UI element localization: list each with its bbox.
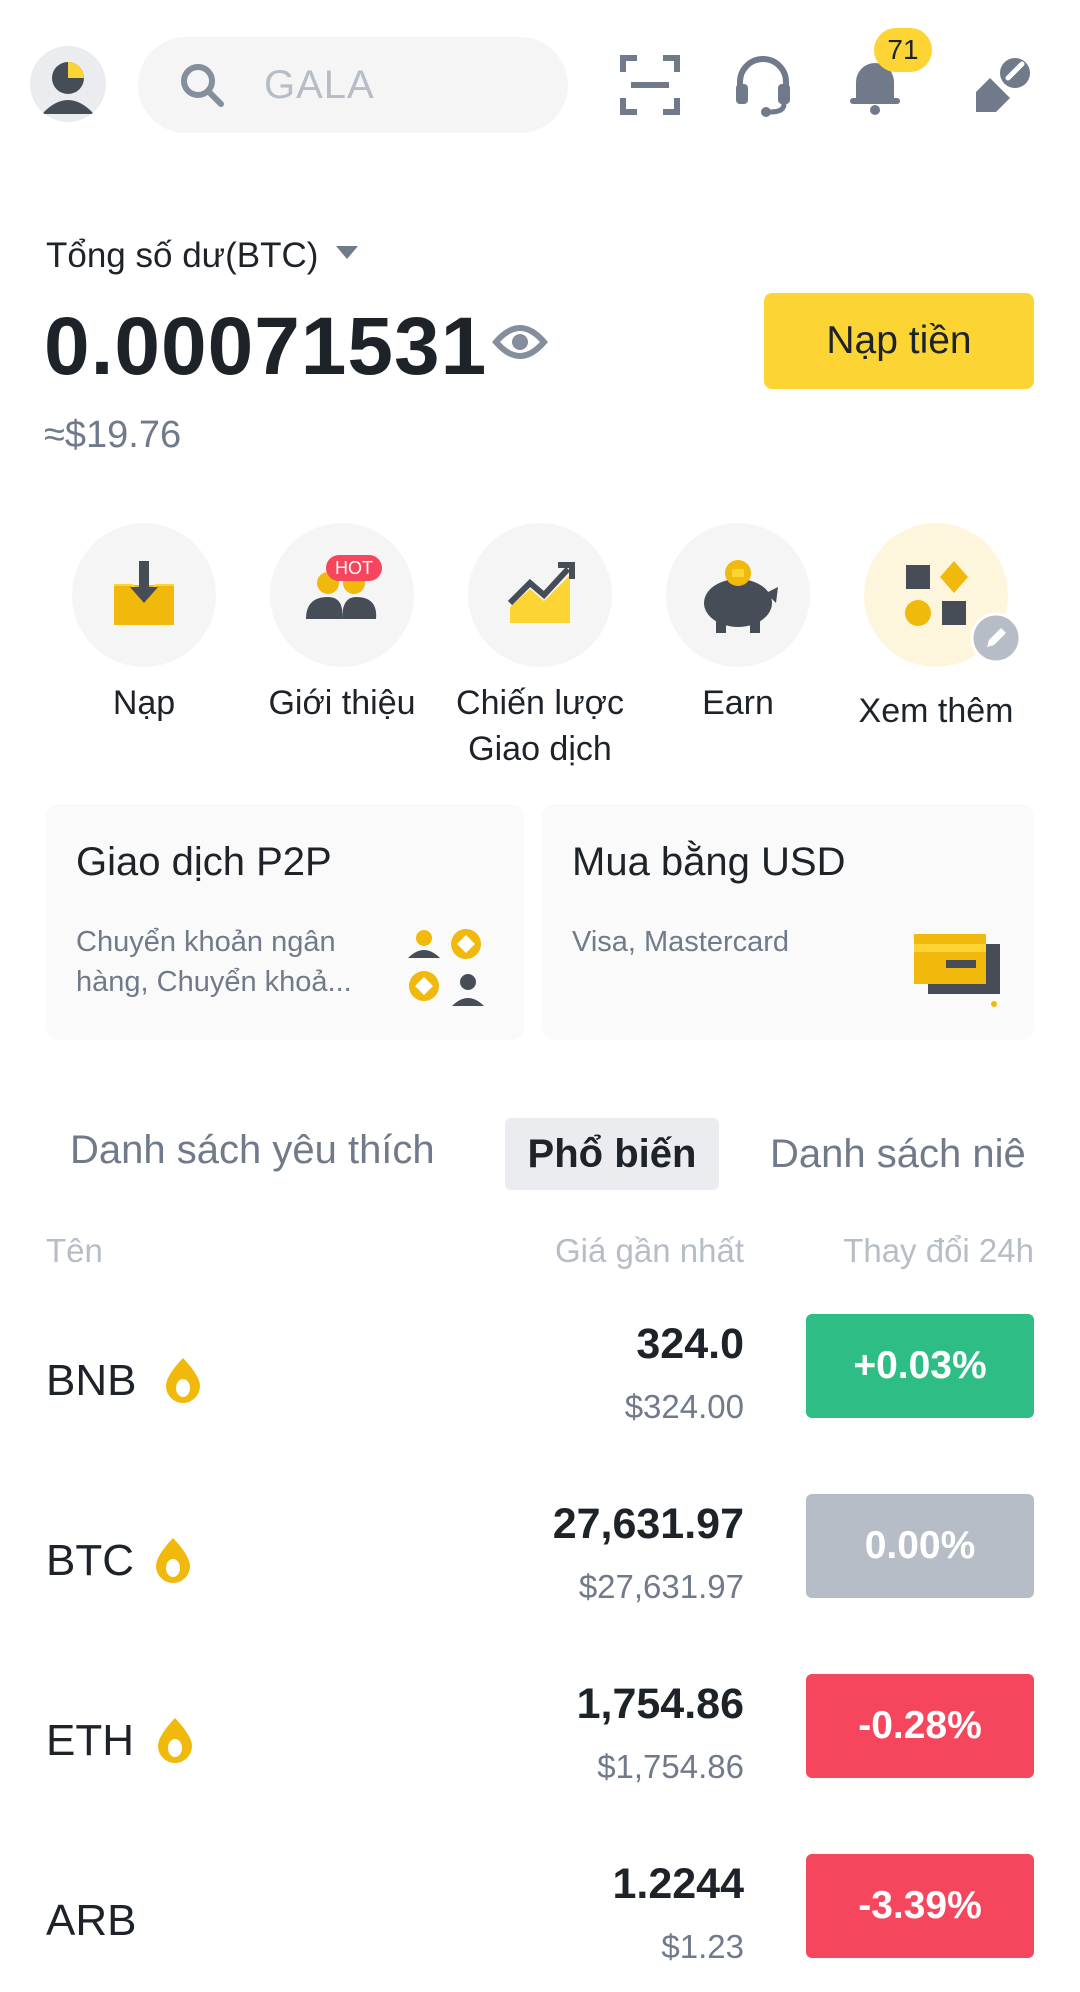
referral-icon: [306, 572, 377, 619]
total-balance-value: 0.00071531: [44, 301, 488, 392]
shortcut-label: Xem thêm: [858, 692, 1014, 730]
support-headset-icon[interactable]: [730, 52, 796, 118]
scan-icon[interactable]: [617, 52, 683, 118]
shortcut-label: Giới thiệu: [268, 684, 416, 722]
shortcut-circle: [72, 523, 216, 667]
search-icon: [181, 64, 224, 107]
buy-usd-card[interactable]: Mua bằng USD Visa, Mastercard: [542, 804, 1034, 1040]
tab-listings[interactable]: Danh sách niê: [770, 1118, 1034, 1190]
total-balance-label[interactable]: Tổng số dư(BTC): [46, 236, 318, 276]
row-symbol: ETH: [46, 1716, 134, 1765]
shortcut-circle: HOT: [270, 523, 414, 667]
deposit-button[interactable]: Nạp tiền: [764, 293, 1034, 389]
row-last-price: 27,631.97: [552, 1500, 744, 1548]
credit-card-icon: [914, 934, 1000, 1007]
row-symbol: ARB: [46, 1896, 137, 1945]
notification-badge: 71: [874, 28, 932, 72]
edit-icon[interactable]: [970, 52, 1036, 118]
row-symbol: BTC: [46, 1536, 134, 1585]
row-fiat-price: $1,754.86: [597, 1748, 744, 1785]
market-row[interactable]: ARB 1.2244 $1.23 -3.39%: [0, 1850, 1080, 1992]
tab-favorites[interactable]: Danh sách yêu thích: [70, 1128, 435, 1173]
p2p-card[interactable]: Giao dịch P2P Chuyển khoản ngân hàng, Ch…: [46, 804, 524, 1040]
row-last-price: 324.0: [636, 1320, 744, 1368]
column-header-name[interactable]: Tên: [46, 1232, 103, 1270]
eye-icon[interactable]: [492, 320, 548, 364]
column-header-price[interactable]: Giá gần nhất: [555, 1232, 744, 1270]
shortcut-label: Earn: [702, 684, 774, 722]
flame-icon: [166, 1358, 200, 1403]
market-row[interactable]: BNB 324.0 $324.00 +0.03%: [0, 1310, 1080, 1474]
p2p-exchange-icon: [408, 929, 484, 1006]
row-fiat-price: $1.23: [661, 1928, 744, 1965]
pencil-edit-icon[interactable]: [970, 612, 1022, 664]
row-change-badge[interactable]: -3.39%: [806, 1854, 1034, 1958]
user-avatar-icon: [30, 46, 106, 122]
search-input[interactable]: GALA: [138, 37, 568, 133]
strategy-chart-icon: [507, 562, 575, 623]
tab-label: Danh sách niê: [770, 1132, 1026, 1176]
card-subtitle: Visa, Mastercard: [572, 926, 790, 958]
row-symbol: BNB: [46, 1356, 137, 1405]
avatar[interactable]: [30, 46, 106, 122]
shortcut-circle: [468, 523, 612, 667]
shortcut-label: Chiến lược: [456, 684, 624, 722]
flame-icon: [158, 1718, 192, 1763]
flame-icon: [156, 1538, 190, 1583]
shortcut-label: Nạp: [112, 684, 176, 722]
row-change-badge[interactable]: +0.03%: [806, 1314, 1034, 1418]
market-row[interactable]: ETH 1,754.86 $1,754.86 -0.28%: [0, 1670, 1080, 1834]
market-row[interactable]: BTC 27,631.97 $27,631.97 0.00%: [0, 1490, 1080, 1654]
tab-popular[interactable]: Phổ biến: [505, 1118, 719, 1190]
shortcut-label-line2: Giao dịch: [468, 730, 612, 768]
caret-down-icon[interactable]: [336, 246, 358, 259]
card-title: Mua bằng USD: [572, 840, 846, 884]
piggy-bank-icon: [704, 560, 778, 633]
row-fiat-price: $324.00: [624, 1388, 744, 1425]
row-fiat-price: $27,631.97: [578, 1568, 744, 1605]
row-last-price: 1.2244: [612, 1860, 744, 1908]
card-title: Giao dịch P2P: [76, 840, 332, 884]
search-placeholder: GALA: [264, 63, 375, 107]
card-subtitle: Chuyển khoản ngân hàng, Chuyển khoả...: [76, 926, 352, 998]
row-change-badge[interactable]: 0.00%: [806, 1494, 1034, 1598]
column-header-change[interactable]: Thay đổi 24h: [843, 1232, 1034, 1270]
deposit-icon: [114, 561, 174, 625]
shortcut-circle: [666, 523, 810, 667]
row-last-price: 1,754.86: [576, 1680, 744, 1728]
balance-usd-equivalent: ≈$19.76: [44, 414, 182, 456]
hot-badge: HOT: [326, 555, 382, 581]
row-change-badge[interactable]: -0.28%: [806, 1674, 1034, 1778]
